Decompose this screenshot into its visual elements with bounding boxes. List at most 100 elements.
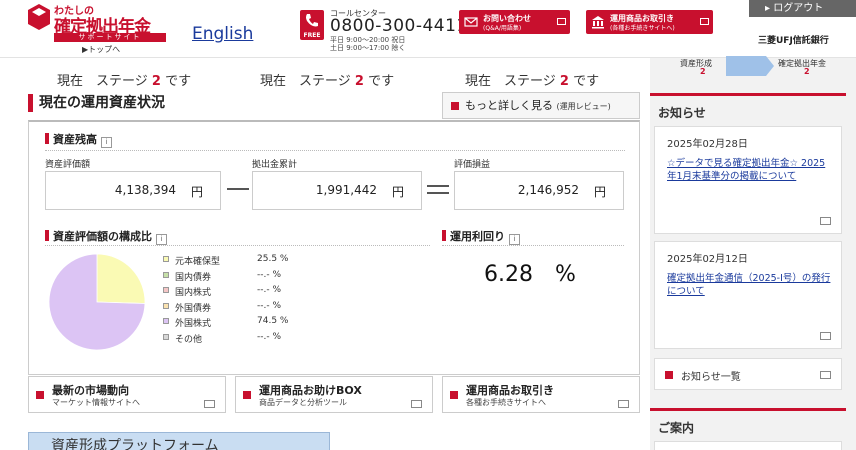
contributions-value: 1,991,442	[315, 183, 377, 197]
guide-box: ご案内	[650, 408, 846, 450]
main-title-bar: 現在の運用資産状況 もっと詳しく見る (運用レビュー)	[28, 92, 640, 120]
phone-icon: FREE	[300, 10, 324, 40]
equals-icon	[427, 192, 449, 194]
asset-platform-banner[interactable]: 資産形成プラットフォーム	[28, 432, 330, 450]
stage-b-label: 確定拠出年金	[778, 59, 826, 68]
inquiry-sub: (Q&A/用語集)	[483, 25, 522, 32]
news-link[interactable]: 確定拠出年金通信（2025-Ⅰ号）の発行について	[667, 272, 833, 298]
yield-value: 6.28 %	[484, 262, 576, 287]
pie-slice-元本確保型	[96, 253, 146, 304]
yield-heading: 運用利回り i	[442, 228, 520, 245]
more-details-label: もっと詳しく見る	[465, 99, 553, 112]
news-list-label: お知らせ一覧	[681, 372, 741, 383]
gain-label: 評価損益	[454, 160, 491, 170]
legend-name: その他	[175, 334, 203, 345]
product-trade-link[interactable]: 運用商品お取引き 各種お手続きサイトへ	[442, 376, 640, 413]
news-item: 2025年02月12日 確定拠出年金通信（2025-Ⅰ号）の発行について	[654, 241, 842, 349]
notice-box: お知らせ 2025年02月28日 ☆データで見る確定拠出年金☆ 2025年1月末…	[650, 93, 846, 438]
stage-number: 2	[559, 74, 569, 89]
external-window-icon	[557, 18, 566, 25]
header: わたしの 確定拠出年金 サポートサイト ▶トップへ English FREE コ…	[0, 0, 856, 58]
divider	[45, 150, 625, 151]
link-card-title: 最新の市場動向	[52, 384, 129, 397]
yield-heading-text: 運用利回り	[450, 230, 505, 243]
legend-name: 外国株式	[175, 319, 212, 329]
balance-heading-text: 資産残高	[53, 133, 97, 146]
guide-title: ご案内	[658, 421, 695, 435]
news-date: 2025年02月28日	[667, 139, 748, 150]
divider	[45, 245, 430, 246]
stage-prefix: 現在 ステージ	[465, 74, 556, 89]
more-details-button[interactable]: もっと詳しく見る (運用レビュー)	[442, 92, 640, 119]
arrow-square-icon	[451, 102, 459, 110]
asset-status-panel: 資産残高 i 資産評価額 4,138,394 円 拠出金累計 1,991,442 …	[28, 120, 640, 375]
english-link[interactable]: English	[192, 24, 253, 44]
legend-name: 元本確保型	[175, 257, 221, 267]
free-label: FREE	[303, 32, 321, 39]
yen-unit: 円	[391, 185, 404, 199]
arrow-square-icon	[450, 391, 458, 399]
stage-prefix: 現在 ステージ	[57, 74, 148, 89]
trade-button[interactable]: 運用商品お取引き (各種お手続きサイトへ)	[586, 10, 713, 34]
yen-unit: 円	[190, 185, 203, 199]
legend-swatch	[163, 318, 169, 324]
stage-arrow-icon	[726, 56, 774, 76]
inquiry-button[interactable]: お問い合わせ (Q&A/用語集)	[459, 10, 570, 34]
link-card-title: 運用商品お取引き	[466, 384, 554, 397]
external-window-icon	[820, 217, 831, 225]
gain-value: 2,146,952	[517, 183, 579, 197]
heading-marker-icon	[442, 230, 446, 241]
top-link[interactable]: ▶トップへ	[82, 44, 120, 55]
stage-suffix: です	[573, 74, 600, 89]
help-icon[interactable]: i	[509, 234, 520, 245]
call-center: FREE コールセンター 0800-300-4411 平日 9:00〜20:00…	[300, 8, 467, 52]
legend-swatch	[163, 287, 169, 293]
legend-name: 国内債券	[175, 272, 212, 283]
mail-icon	[464, 17, 478, 27]
market-trend-link[interactable]: 最新の市場動向 マーケット情報サイトへ	[28, 376, 226, 413]
asset-value-box: 4,138,394 円	[45, 171, 221, 210]
arrow-square-icon	[665, 371, 673, 379]
legend-percent: --.- %	[257, 300, 282, 311]
call-hours-weekend: 土日 9:00〜17:00 除く	[330, 44, 406, 52]
gain-box: 2,146,952 円	[454, 171, 624, 210]
legend-name: 国内株式	[175, 288, 212, 298]
heading-marker-icon	[45, 230, 49, 241]
equals-icon	[427, 185, 449, 187]
news-list-link[interactable]: お知らせ一覧	[654, 358, 842, 390]
more-details-sub: (運用レビュー)	[556, 102, 611, 111]
stage-suffix: です	[368, 74, 395, 89]
external-window-icon	[700, 18, 709, 25]
legend-name: 外国債券	[175, 303, 212, 314]
stage-a-number: 2	[700, 67, 706, 76]
product-help-box-link[interactable]: 運用商品お助けBOX 商品データと分析ツール	[235, 376, 433, 413]
link-card-sub: 商品データと分析ツール	[259, 398, 347, 407]
trade-sub: (各種お手続きサイトへ)	[610, 25, 675, 32]
legend-percent: 25.5 %	[257, 254, 289, 264]
arrow-square-icon	[36, 391, 44, 399]
help-icon[interactable]: i	[156, 234, 167, 245]
asset-value: 4,138,394	[114, 183, 176, 197]
stage-number: 2	[354, 74, 364, 89]
stage-a-label: 資産形成	[680, 59, 712, 68]
legend-percent: --.- %	[257, 285, 282, 295]
balance-heading: 資産残高 i	[45, 131, 112, 148]
news-link[interactable]: ☆データで見る確定拠出年金☆ 2025年1月末基準分の掲載について	[667, 157, 833, 183]
notice-title: お知らせ	[658, 106, 706, 120]
stage-indicator: 現在 ステージ 2 です	[465, 70, 599, 89]
call-center-number: 0800-300-4411	[330, 16, 468, 36]
minus-icon	[227, 188, 249, 190]
guide-content	[654, 441, 842, 450]
legend-percent: --.- %	[257, 331, 282, 342]
external-window-icon	[618, 400, 629, 408]
logout-button[interactable]: ▸ ログアウト	[749, 0, 856, 17]
link-card-sub: マーケット情報サイトへ	[52, 398, 140, 407]
news-date: 2025年02月12日	[667, 254, 748, 265]
site-logo[interactable]: わたしの 確定拠出年金 サポートサイト ▶トップへ	[28, 2, 168, 54]
stage-number: 2	[151, 74, 161, 89]
help-icon[interactable]: i	[101, 137, 112, 148]
sidebar: 資産形成 2 確定拠出年金 2 お知らせ 2025年02月28日 ☆データで見る…	[650, 56, 856, 450]
legend-percent: 74.5 %	[257, 316, 289, 326]
external-window-icon	[820, 332, 831, 340]
external-window-icon	[411, 400, 422, 408]
